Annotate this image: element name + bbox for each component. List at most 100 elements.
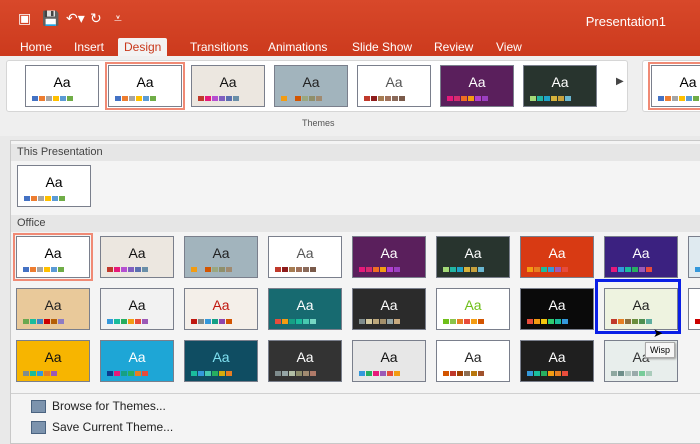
- theme-sample-text: Aa: [380, 297, 398, 313]
- theme-thumbnail[interactable]: Aa: [184, 288, 258, 330]
- theme-thumbnail[interactable]: Aa: [16, 288, 90, 330]
- sidebar-icon[interactable]: ▣: [18, 10, 31, 27]
- theme-thumbnail[interactable]: Aa: [100, 340, 174, 382]
- theme-thumbnail[interactable]: Aa: [17, 165, 91, 207]
- theme-thumbnail[interactable]: Aa: [16, 340, 90, 382]
- color-swatches: [281, 96, 322, 101]
- theme-thumbnail[interactable]: Aa: [105, 62, 185, 110]
- theme-sample-text: Aa: [464, 349, 482, 365]
- color-swatches: [364, 96, 405, 101]
- tab-home[interactable]: Home: [16, 38, 56, 56]
- theme-thumbnail[interactable]: Aa: [184, 236, 258, 278]
- customize-icon[interactable]: ⩡: [114, 10, 122, 27]
- theme-sample-text: Aa: [212, 245, 230, 261]
- theme-sample-text: Aa: [548, 349, 566, 365]
- theme-thumbnail[interactable]: Aa: [436, 340, 510, 382]
- color-swatches: [611, 267, 652, 272]
- document-title: Presentation1: [585, 14, 666, 29]
- theme-thumbnail[interactable]: Aa: [100, 288, 174, 330]
- theme-thumbnail[interactable]: Aa: [268, 288, 342, 330]
- theme-sample-text: Aa: [296, 297, 314, 313]
- theme-sample-text: Aa: [385, 74, 403, 90]
- theme-sample-text: Aa: [296, 245, 314, 261]
- section-office: Office: [11, 215, 700, 232]
- theme-sample-text: Aa: [44, 245, 62, 261]
- theme-thumbnail[interactable]: Aa: [688, 288, 700, 330]
- theme-sample-text: Aa: [45, 174, 63, 190]
- theme-sample-text: Aa: [128, 349, 146, 365]
- theme-thumbnail[interactable]: Aa: [268, 236, 342, 278]
- theme-sample-text: Aa: [128, 245, 146, 261]
- color-swatches: [658, 96, 699, 101]
- ribbon: AaAaAaAaAaAaAa ▶ Aa ▼: [0, 56, 700, 180]
- color-swatches: [447, 96, 488, 101]
- tab-insert[interactable]: Insert: [70, 38, 108, 56]
- undo-icon[interactable]: ↶▾: [66, 10, 85, 27]
- tab-transitions[interactable]: Transitions: [186, 38, 252, 56]
- color-swatches: [32, 96, 73, 101]
- theme-thumbnail[interactable]: Aa: [357, 65, 431, 107]
- color-swatches: [107, 267, 148, 272]
- theme-sample-text: Aa: [679, 74, 697, 90]
- mouse-cursor-icon: ➤: [653, 326, 664, 340]
- theme-thumbnail[interactable]: Aa: [191, 65, 265, 107]
- theme-sample-text: Aa: [464, 245, 482, 261]
- save-current-theme-item[interactable]: Save Current Theme...: [31, 420, 173, 434]
- redo-icon[interactable]: ↻: [90, 10, 102, 27]
- theme-thumbnail[interactable]: Aa: [436, 288, 510, 330]
- tab-review[interactable]: Review: [430, 38, 477, 56]
- theme-thumbnail[interactable]: Aa: [520, 236, 594, 278]
- color-swatches: [275, 371, 316, 376]
- color-swatches: [191, 267, 232, 272]
- tab-design[interactable]: Design: [118, 38, 168, 56]
- theme-sample-text: Aa: [551, 74, 569, 90]
- section-this-presentation: This Presentation: [11, 144, 700, 161]
- theme-thumbnail[interactable]: Aa: [440, 65, 514, 107]
- theme-thumbnail[interactable]: Aa: [648, 62, 700, 110]
- tab-animations[interactable]: Animations: [264, 38, 331, 56]
- theme-thumbnail[interactable]: Aa: [268, 340, 342, 382]
- theme-thumbnail[interactable]: Aa: [25, 65, 99, 107]
- color-swatches: [695, 319, 700, 324]
- save-icon[interactable]: 💾: [42, 10, 59, 27]
- theme-sample-text: Aa: [689, 297, 700, 313]
- theme-sample-text: Aa: [53, 74, 71, 90]
- color-swatches: [198, 96, 239, 101]
- theme-thumbnail[interactable]: Aa: [352, 340, 426, 382]
- theme-thumbnail[interactable]: Aa: [520, 288, 594, 330]
- folder-icon: [31, 399, 46, 413]
- theme-thumbnail[interactable]: Aa: [100, 236, 174, 278]
- color-swatches: [23, 319, 64, 324]
- theme-thumbnail[interactable]: Aa: [13, 233, 93, 281]
- color-swatches: [611, 371, 652, 376]
- variants-gallery: Aa: [642, 60, 700, 112]
- tab-slide-show[interactable]: Slide Show: [348, 38, 416, 56]
- tab-view[interactable]: View: [492, 38, 526, 56]
- theme-thumbnail[interactable]: Aa: [274, 65, 348, 107]
- theme-thumbnail[interactable]: Aa: [523, 65, 597, 107]
- theme-sample-text: Aa: [380, 245, 398, 261]
- theme-thumbnail[interactable]: Aa: [184, 340, 258, 382]
- theme-thumbnail[interactable]: Aa: [352, 236, 426, 278]
- color-swatches: [23, 371, 57, 376]
- theme-thumbnail[interactable]: Aa: [688, 236, 700, 278]
- color-swatches: [527, 319, 568, 324]
- theme-sample-text: Aa: [632, 245, 650, 261]
- color-swatches: [359, 371, 400, 376]
- theme-thumbnail[interactable]: Aa: [604, 236, 678, 278]
- theme-sample-text: Aa: [468, 74, 486, 90]
- color-swatches: [527, 267, 568, 272]
- theme-thumbnail[interactable]: Aa: [520, 340, 594, 382]
- gallery-next-arrow-icon[interactable]: ▶: [616, 76, 624, 87]
- color-swatches: [115, 96, 156, 101]
- theme-sample-text: Aa: [548, 297, 566, 313]
- theme-thumbnail[interactable]: Aa: [436, 236, 510, 278]
- theme-sample-text: Aa: [44, 349, 62, 365]
- color-swatches: [530, 96, 571, 101]
- theme-thumbnail[interactable]: Aa: [352, 288, 426, 330]
- color-swatches: [275, 319, 316, 324]
- theme-sample-text: Aa: [296, 349, 314, 365]
- browse-for-themes-item[interactable]: Browse for Themes...: [31, 399, 166, 413]
- color-swatches: [443, 267, 484, 272]
- theme-sample-text: Aa: [44, 297, 62, 313]
